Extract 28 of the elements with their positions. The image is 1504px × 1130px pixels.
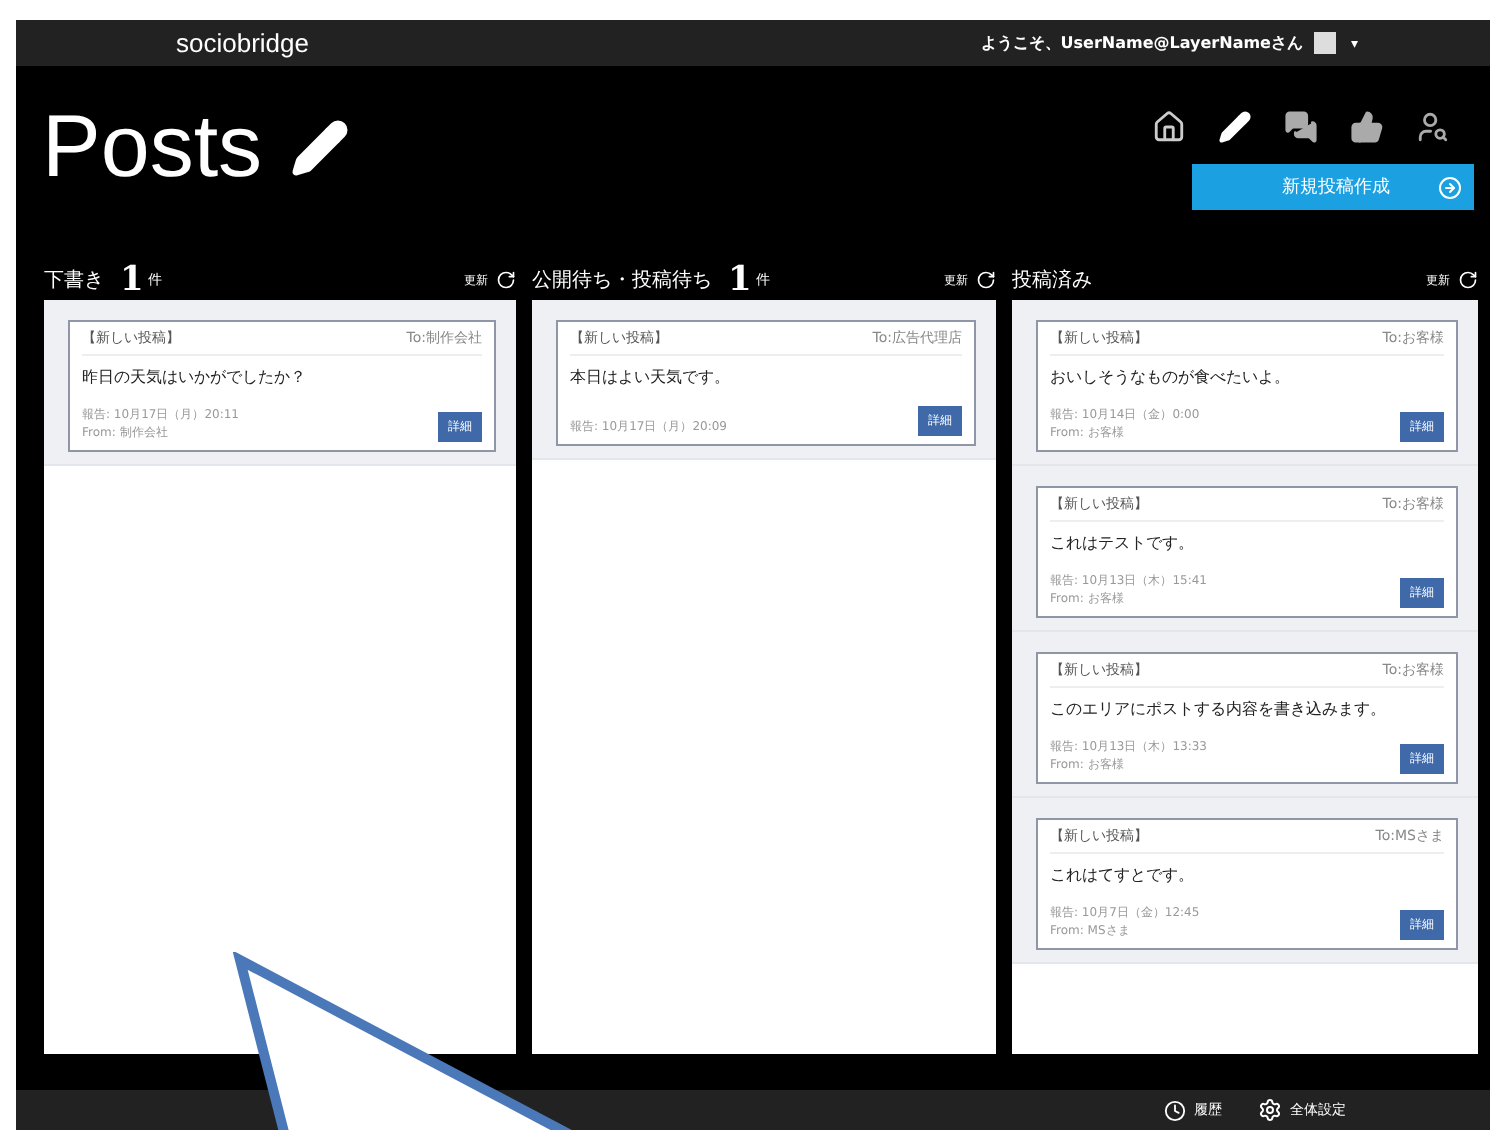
post-body: これはてすとです。 (1050, 864, 1196, 888)
logo: sociobridge (176, 28, 309, 58)
settings-icon (1258, 1098, 1282, 1122)
post-body: おいしそうなものが食べたいよ。 (1050, 366, 1292, 390)
chat-bubbles-icon[interactable] (1284, 110, 1318, 144)
user-search-icon[interactable] (1416, 110, 1450, 144)
arrow-right-icon (1438, 175, 1462, 199)
column-title: 投稿済み (1012, 267, 1092, 294)
refresh-icon (976, 270, 996, 290)
refresh-icon (1458, 270, 1478, 290)
post-body: 昨日の天気はいかがでしたか？ (82, 366, 308, 390)
post-count: 1 (120, 260, 144, 300)
page-title: Posts (42, 98, 263, 198)
post-count: 1 (728, 260, 752, 300)
new-post-button[interactable]: 新規投稿作成 (1192, 164, 1474, 210)
column-title: 公開待ち・投稿待ち (532, 267, 712, 294)
column-title: 下書き (44, 267, 104, 294)
post-body: このエリアにポストする内容を書き込みます。 (1050, 698, 1388, 722)
post-body: これはテストです。 (1050, 532, 1196, 556)
user-greeting: ようこそ、UserName@LayerNameさん (980, 32, 1303, 54)
home-icon[interactable] (1152, 110, 1186, 144)
clock-icon (1164, 1099, 1186, 1121)
thumbs-up-icon[interactable] (1350, 110, 1384, 144)
pencil-icon[interactable] (1218, 110, 1252, 144)
pencil-icon (290, 118, 351, 178)
avatar-icon[interactable] (1314, 32, 1337, 54)
refresh-icon (496, 270, 516, 290)
post-body: 本日はよい天気です。 (570, 366, 732, 390)
